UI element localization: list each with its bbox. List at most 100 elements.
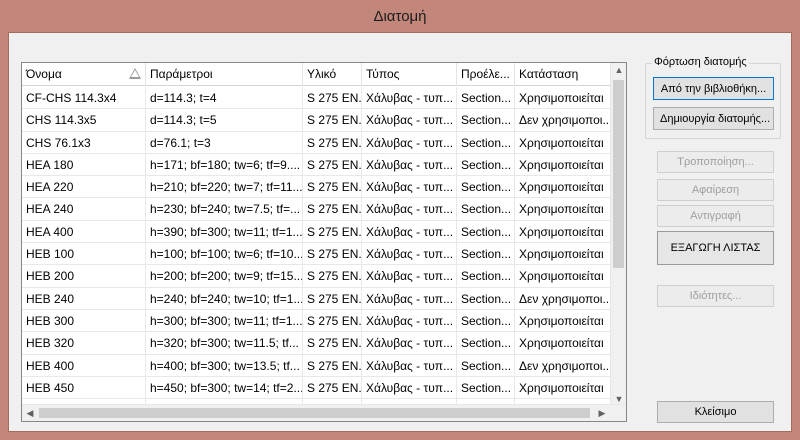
table-row[interactable]: HEA 400 h=390; bf=300; tw=11; tf=1... S 27… <box>22 220 612 244</box>
cell-name: HEA 180 <box>22 153 146 176</box>
cell-name: HEB 300 <box>22 309 146 332</box>
cell-type: Χάλυβας - τυπ... <box>362 376 457 399</box>
cell-name: HEB 400 <box>22 354 146 377</box>
table-row[interactable]: CF-CHS 114.3x4d=114.3; t=4S 275 EN...Χάλ… <box>22 87 612 110</box>
cell-type: Χάλυβας - τυπ... <box>362 354 457 377</box>
cell-origin: Section... <box>457 309 515 332</box>
cell-status: Χρησιμοποιείται <box>515 265 612 288</box>
cell-material: S 275 EN... <box>303 87 362 109</box>
cell-status: Δεν χρησιμοποι... <box>515 287 612 310</box>
vertical-scroll-thumb[interactable] <box>613 80 624 268</box>
create-section-button[interactable]: Δημιουργία διατομής... <box>653 107 774 130</box>
cell-origin: Section... <box>457 198 515 221</box>
cell-parameters: h=390; bf=300; tw=11; tf=1... <box>146 220 303 243</box>
scroll-left-icon[interactable]: ◀ <box>22 408 38 419</box>
cell-parameters: h=100; bf=100; tw=6; tf=10... <box>146 243 303 266</box>
cell-parameters: d=114.3; t=5 <box>146 109 303 132</box>
cell-name: HEB 200 <box>22 265 146 288</box>
column-header-origin[interactable]: Προέλε... <box>457 63 515 86</box>
cell-status: Χρησιμοποιείται <box>515 198 612 221</box>
cell-name: HEA 400 <box>22 220 146 243</box>
cell-parameters: h=240; bf=240; tw=10; tf=1... <box>146 287 303 310</box>
table-row[interactable]: HEB 320 h=320; bf=300; tw=11.5; tf... S 27… <box>22 332 612 355</box>
close-button[interactable]: Κλείσιμο <box>657 401 774 423</box>
cell-status: Χρησιμοποιείται <box>515 332 612 355</box>
table-row[interactable]: HEA 220 h=210; bf=220; tw=7; tf=11... S 27… <box>22 176 612 199</box>
cell-origin: Section... <box>457 243 515 266</box>
column-header-status[interactable]: Κατάσταση <box>515 63 612 86</box>
cell-type: Χάλυβας - τυπ... <box>362 198 457 221</box>
cell-material: S 275 EN... <box>303 265 362 288</box>
cell-parameters: h=450; bf=300; tw=14; tf=2... <box>146 376 303 399</box>
table-row[interactable]: HEB 240 h=240; bf=240; tw=10; tf=1... S 27… <box>22 287 612 310</box>
table-row[interactable]: HEB 200 h=200; bf=200; tw=9; tf=15... S 27… <box>22 265 612 288</box>
modify-button[interactable]: Τροποποίηση... <box>657 151 774 173</box>
cell-type: Χάλυβας - τυπ... <box>362 265 457 288</box>
scroll-down-icon[interactable]: ▼ <box>611 394 626 404</box>
table-row[interactable]: HEB 300 h=300; bf=300; tw=11; tf=1... S 27… <box>22 309 612 333</box>
cell-origin: Section... <box>457 176 515 199</box>
cell-parameters: h=200; bf=200; tw=9; tf=15... <box>146 265 303 288</box>
cell-parameters: h=171; bf=180; tw=6; tf=9.... <box>146 153 303 176</box>
cell-material: S 275 EN... <box>303 153 362 176</box>
cell-type: Χάλυβας - τυπ... <box>362 87 457 109</box>
vertical-scrollbar[interactable]: ▲ ▼ <box>610 63 626 406</box>
export-list-button[interactable]: ΕΞΑΓΩΓΗ ΛΙΣΤΑΣ <box>657 231 774 265</box>
cell-material: S 275 EN... <box>303 309 362 332</box>
table-row[interactable]: HEA 180 h=171; bf=180; tw=6; tf=9.... S 27… <box>22 153 612 177</box>
cell-name: HEB 320 <box>22 332 146 355</box>
column-header-label: Όνομα <box>26 67 62 81</box>
cell-parameters: h=400; bf=300; tw=13.5; tf... <box>146 354 303 377</box>
cell-parameters: d=76.1; t=3 <box>146 131 303 154</box>
cell-status: Χρησιμοποιείται <box>515 131 612 154</box>
cell-status: Χρησιμοποιείται <box>515 153 612 176</box>
cell-material: S 275 EN... <box>303 131 362 154</box>
cell-origin: Section... <box>457 332 515 355</box>
cell-type: Χάλυβας - τυπ... <box>362 176 457 199</box>
horizontal-scrollbar[interactable]: ◀ ▶ <box>22 404 626 421</box>
cell-origin: Section... <box>457 87 515 109</box>
cell-material: S 275 EN... <box>303 243 362 266</box>
column-header-type[interactable]: Τύπος <box>362 63 457 86</box>
cell-name: HEA 240 <box>22 198 146 221</box>
cell-name: CHS 76.1x3 <box>22 131 146 154</box>
copy-button[interactable]: Αντιγραφή <box>657 205 774 227</box>
window-title: Διατομή <box>373 8 427 25</box>
column-header-parameters[interactable]: Παράμετροι <box>146 63 303 86</box>
cell-name: CHS 114.3x5 <box>22 109 146 132</box>
cell-material: S 275 EN... <box>303 354 362 377</box>
from-library-button[interactable]: Από την βιβλιοθήκη... <box>653 77 774 100</box>
cell-material: S 275 EN... <box>303 332 362 355</box>
cell-type: Χάλυβας - τυπ... <box>362 220 457 243</box>
column-header-material[interactable]: Υλικό <box>303 63 362 86</box>
cell-material: S 275 EN... <box>303 376 362 399</box>
properties-button[interactable]: Ιδιότητες... <box>657 285 774 307</box>
cell-status: Χρησιμοποιείται <box>515 309 612 332</box>
table-row[interactable]: HEB 100 h=100; bf=100; tw=6; tf=10... S 27… <box>22 243 612 266</box>
cell-origin: Section... <box>457 287 515 310</box>
cell-status: Χρησιμοποιείται <box>515 220 612 243</box>
cell-material: S 275 EN... <box>303 287 362 310</box>
cell-parameters: h=300; bf=300; tw=11; tf=1... <box>146 309 303 332</box>
column-header-name[interactable]: Όνομα <box>22 63 146 86</box>
cell-type: Χάλυβας - τυπ... <box>362 243 457 266</box>
cell-origin: Section... <box>457 265 515 288</box>
table-row[interactable]: HEB 450 h=450; bf=300; tw=14; tf=2... S 27… <box>22 376 612 400</box>
table-row[interactable]: HEB 400 h=400; bf=300; tw=13.5; tf... S 27… <box>22 354 612 377</box>
cell-status: Δεν χρησιμοποι... <box>515 354 612 377</box>
horizontal-scroll-thumb[interactable] <box>39 408 590 418</box>
scroll-right-icon[interactable]: ▶ <box>594 408 610 419</box>
scroll-up-icon[interactable]: ▲ <box>611 65 626 75</box>
dialog-client: Όνομα Παράμετροι Υλικό Τύπος Προέλε... Κ… <box>8 32 792 432</box>
table-row[interactable]: HEA 240 h=230; bf=240; tw=7.5; tf=... S 27… <box>22 198 612 221</box>
sections-table[interactable]: Όνομα Παράμετροι Υλικό Τύπος Προέλε... Κ… <box>21 62 627 422</box>
cell-material: S 275 EN... <box>303 176 362 199</box>
table-row[interactable]: CHS 114.3x5d=114.3; t=5S 275 EN...Χάλυβα… <box>22 109 612 132</box>
cell-status: Χρησιμοποιείται <box>515 376 612 399</box>
table-row[interactable]: CHS 76.1x3d=76.1; t=3S 275 EN...Χάλυβας … <box>22 131 612 154</box>
remove-button[interactable]: Αφαίρεση <box>657 179 774 201</box>
cell-status: Χρησιμοποιείται <box>515 243 612 266</box>
cell-origin: Section... <box>457 220 515 243</box>
cell-origin: Section... <box>457 153 515 176</box>
cell-name: HEB 240 <box>22 287 146 310</box>
